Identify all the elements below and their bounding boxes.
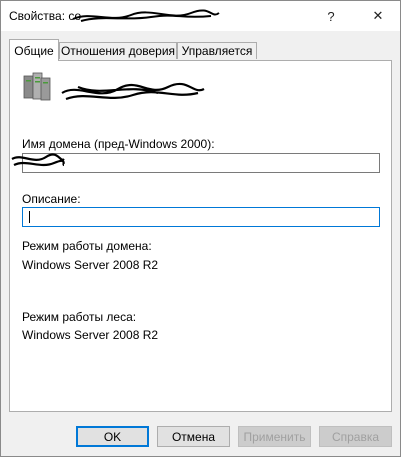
domain-name-label: Имя домена (пред-Windows 2000):	[22, 137, 215, 151]
redaction-scribble	[72, 9, 220, 22]
apply-button[interactable]: Применить	[238, 426, 311, 447]
close-button[interactable]: ✕	[356, 1, 400, 31]
domain-name-field[interactable]	[22, 153, 380, 173]
title-bar: Свойства: со ? ✕	[1, 1, 400, 31]
help-title-button[interactable]: ?	[309, 1, 353, 31]
tab-trusts[interactable]: Отношения доверия	[59, 42, 177, 59]
window-title: Свойства: со	[9, 9, 82, 23]
general-tab-panel: Имя домена (пред-Windows 2000): Описание…	[9, 60, 392, 412]
domain-mode-label: Режим работы домена:	[22, 239, 152, 253]
forest-mode-label: Режим работы леса:	[22, 310, 137, 324]
description-label: Описание:	[22, 192, 81, 206]
ok-button[interactable]: OK	[76, 426, 149, 447]
cancel-button[interactable]: Отмена	[157, 426, 230, 447]
server-icon	[23, 72, 51, 101]
help-button[interactable]: Справка	[319, 426, 392, 447]
forest-mode-value: Windows Server 2008 R2	[22, 328, 159, 342]
description-field[interactable]	[22, 207, 380, 227]
redaction-scribble	[61, 82, 205, 101]
properties-dialog: Свойства: со ? ✕ Общие Отношения доверия…	[0, 0, 401, 457]
domain-mode-value: Windows Server 2008 R2	[22, 258, 159, 272]
text-caret	[29, 211, 30, 223]
tab-managed-by[interactable]: Управляется	[177, 42, 257, 59]
tab-general[interactable]: Общие	[9, 39, 59, 61]
